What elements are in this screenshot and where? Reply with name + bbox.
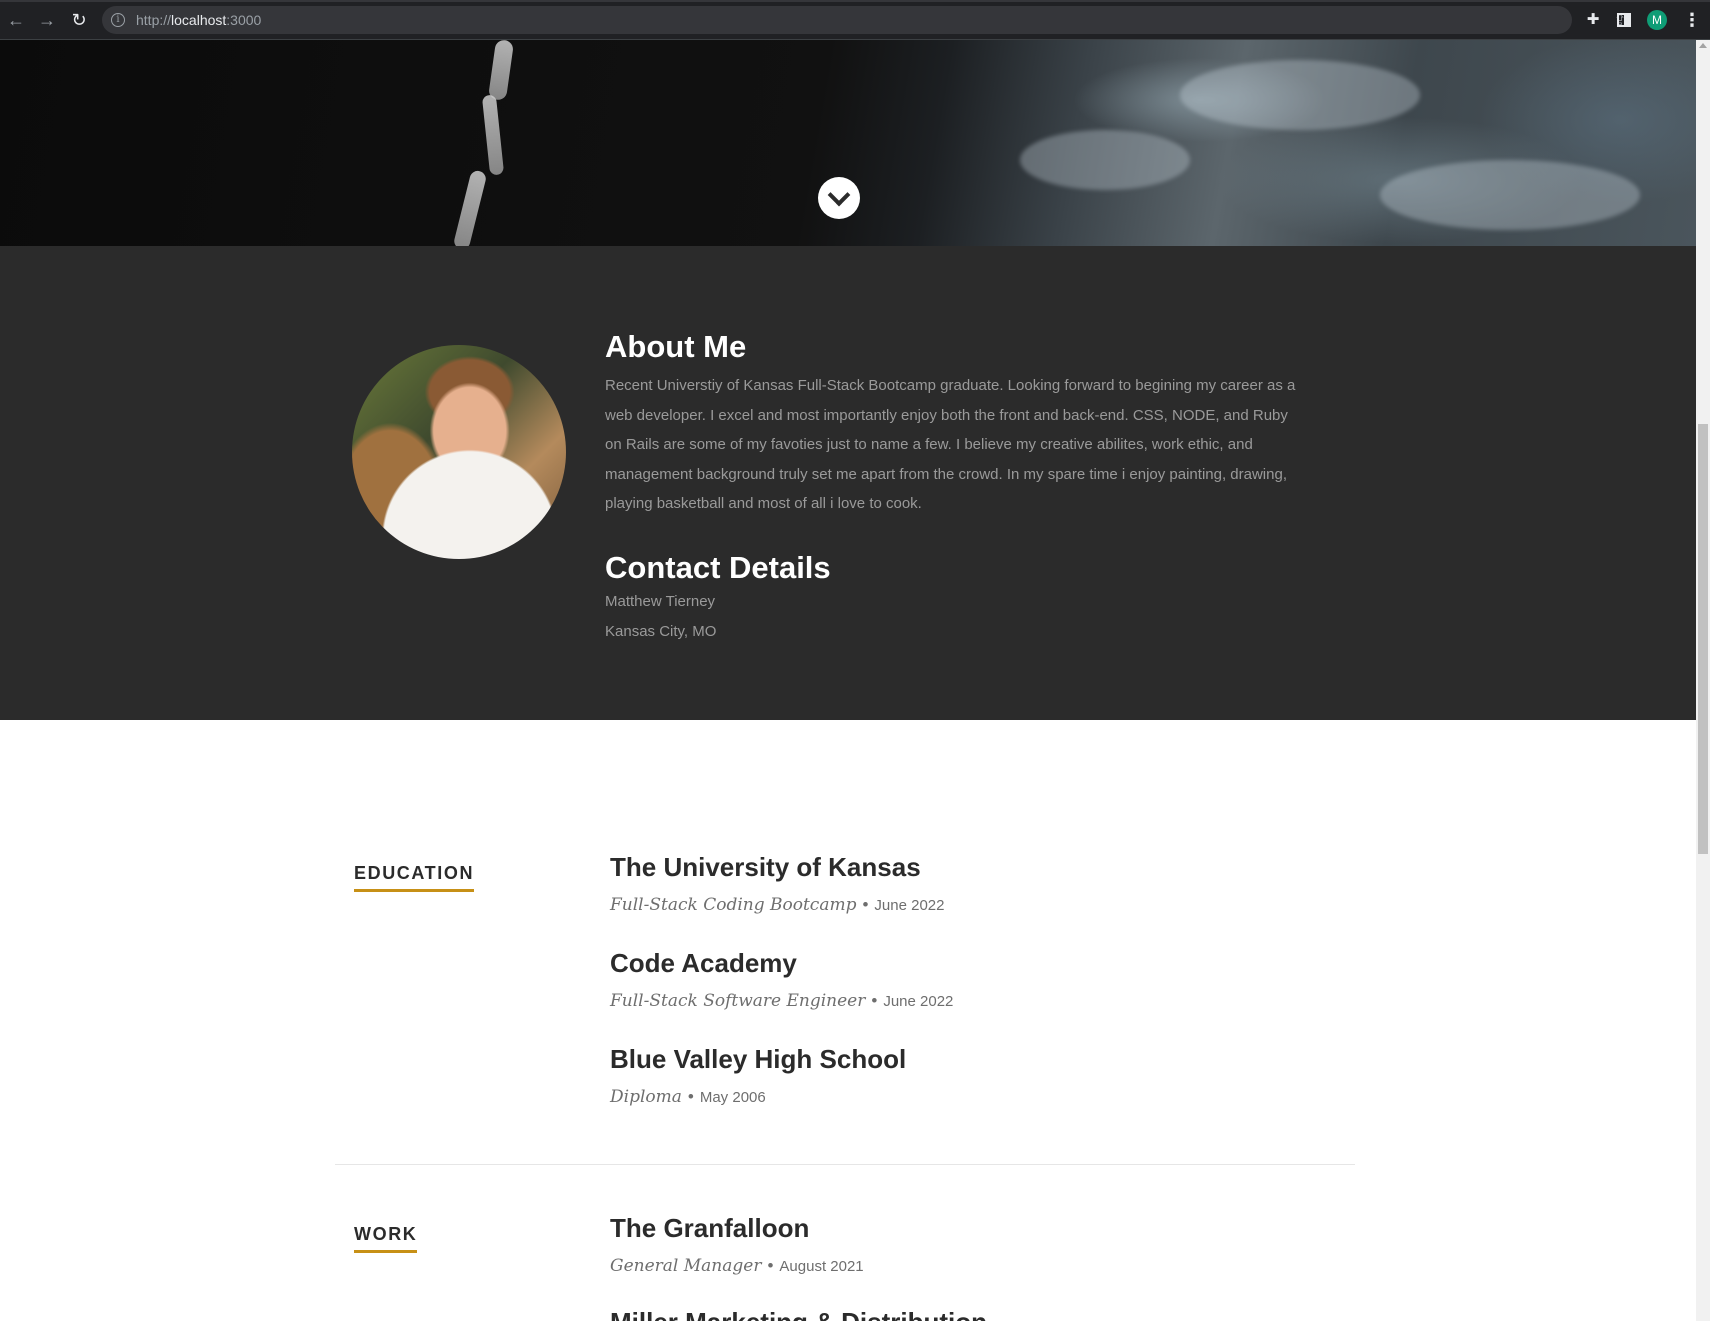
entry-date: June 2022: [883, 993, 954, 1010]
work-label-underline: [354, 1250, 418, 1253]
hero-foam-line: [487, 40, 515, 101]
scroll-up-arrow-icon[interactable]: [1699, 43, 1707, 48]
education-entry-title: Blue Valley High School: [610, 1044, 907, 1074]
education-label: EDUCATION: [354, 863, 475, 892]
reload-icon[interactable]: ↻: [68, 9, 90, 31]
education-entry-title: Code Academy: [610, 948, 797, 978]
browser-menu-icon[interactable]: ⋮: [1683, 10, 1701, 30]
education-entry-info: Full-Stack Coding Bootcamp • June 2022: [610, 895, 944, 915]
url-host: localhost: [171, 12, 227, 28]
chevron-down-icon: [827, 183, 851, 207]
entry-bullet: •: [767, 1256, 774, 1275]
entry-date: August 2021: [779, 1258, 864, 1275]
address-url[interactable]: http://localhost:3000: [136, 12, 261, 28]
education-entry-title: The University of Kansas: [610, 852, 921, 882]
scrollbar-thumb[interactable]: [1698, 424, 1708, 854]
hero-foam-line: [452, 169, 488, 251]
section-divider: [335, 1164, 1355, 1165]
hero-foam-line: [481, 94, 505, 176]
education-entry-info: Full-Stack Software Engineer • June 2022: [610, 991, 953, 1011]
url-port: :3000: [226, 12, 262, 28]
entry-role: Full-Stack Software Engineer: [610, 991, 866, 1011]
work-entry-title: The Granfalloon: [610, 1213, 810, 1243]
browser-toolbar: ← → ↻ i http://localhost:3000 ⇪ ☆ ✚ M ⋮: [0, 0, 1710, 40]
work-entry-title: Miller Marketing & Distribution: [610, 1307, 987, 1321]
profile-photo: [352, 345, 566, 559]
hero-wave: [1380, 160, 1640, 230]
work-label-text: WORK: [354, 1224, 418, 1244]
tab-strip-edge: [0, 0, 1710, 2]
about-section: About Me Recent Universtiy of Kansas Ful…: [0, 246, 1696, 720]
entry-date: May 2006: [699, 1089, 766, 1106]
url-scheme: http://: [136, 12, 172, 28]
address-bar[interactable]: i http://localhost:3000 ⇪ ☆: [102, 6, 1663, 34]
contact-location: Kansas City, MO: [605, 623, 717, 640]
entry-bullet: •: [862, 895, 869, 914]
work-entry-info: General Manager • August 2021: [610, 1256, 864, 1276]
work-label: WORK: [354, 1224, 418, 1253]
entry-role: General Manager: [610, 1256, 762, 1276]
page-scrollbar[interactable]: [1696, 40, 1710, 1321]
education-label-underline: [354, 889, 475, 892]
back-icon[interactable]: ←: [5, 9, 27, 31]
scroll-down-button[interactable]: [818, 177, 860, 219]
about-title: About Me: [605, 329, 747, 364]
entry-date: June 2022: [874, 897, 945, 914]
education-entry-info: Diploma • May 2006: [610, 1087, 766, 1107]
site-info-icon[interactable]: i: [111, 13, 125, 27]
side-panel-icon[interactable]: [1615, 11, 1633, 29]
page-viewport: About Me Recent Universtiy of Kansas Ful…: [0, 40, 1696, 1321]
profile-avatar[interactable]: M: [1647, 10, 1667, 30]
contact-title: Contact Details: [605, 550, 831, 585]
entry-bullet: •: [871, 991, 878, 1010]
about-text: Recent Universtiy of Kansas Full-Stack B…: [605, 377, 1296, 512]
contact-name: Matthew Tierney: [605, 593, 716, 610]
forward-icon[interactable]: →: [36, 9, 58, 31]
extensions-puzzle-icon[interactable]: ✚: [1584, 11, 1602, 29]
entry-role: Diploma: [610, 1087, 682, 1107]
hero-banner: [0, 40, 1696, 251]
hero-wave: [1020, 130, 1190, 190]
hero-wave: [1180, 60, 1420, 130]
entry-role: Full-Stack Coding Bootcamp: [610, 895, 857, 915]
entry-bullet: •: [687, 1087, 694, 1106]
education-label-text: EDUCATION: [354, 863, 475, 883]
